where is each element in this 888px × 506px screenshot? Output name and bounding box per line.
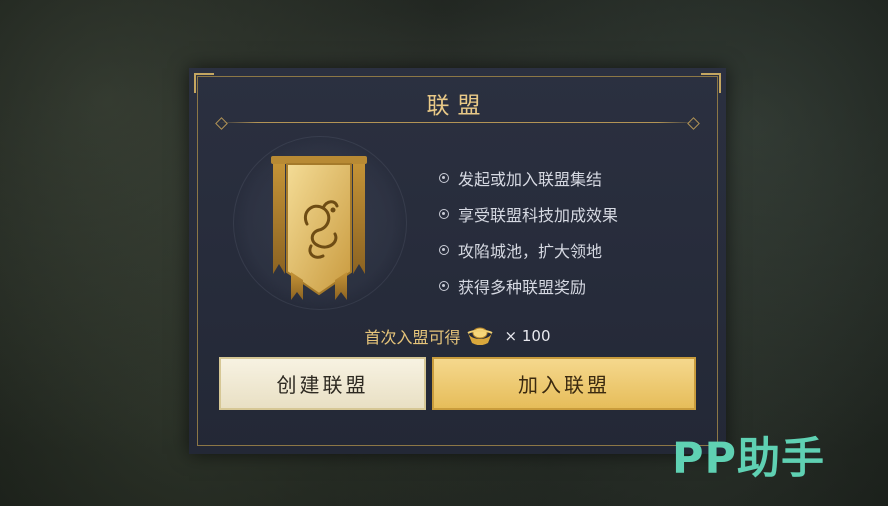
alliance-banner-icon xyxy=(271,156,367,300)
first-join-reward: 首次入盟可得 × 100 xyxy=(189,324,726,348)
feature-text: 攻陷城池，扩大领地 xyxy=(458,242,603,261)
gold-ingot-icon xyxy=(467,327,493,345)
feature-item: 攻陷城池，扩大领地 xyxy=(439,232,618,268)
bullet-icon xyxy=(439,281,449,291)
reward-label: 首次入盟可得 xyxy=(364,328,461,347)
feature-text: 获得多种联盟奖励 xyxy=(458,278,587,297)
create-alliance-button[interactable]: 创建联盟 xyxy=(219,357,426,410)
feature-text: 发起或加入联盟集结 xyxy=(458,170,603,189)
bullet-icon xyxy=(439,245,449,255)
feature-item: 发起或加入联盟集结 xyxy=(439,160,618,196)
feature-text: 享受联盟科技加成效果 xyxy=(458,206,619,225)
feature-list: 发起或加入联盟集结 享受联盟科技加成效果 攻陷城池，扩大领地 获得多种联盟奖励 xyxy=(439,160,618,304)
reward-quantity: × 100 xyxy=(504,327,551,345)
join-alliance-button[interactable]: 加入联盟 xyxy=(432,357,696,410)
alliance-dialog: 联盟 发起或加入联盟集结 享受联盟科技加成效果 攻陷城池，扩大领地 获得多种联盟… xyxy=(189,68,726,454)
feature-item: 享受联盟科技加成效果 xyxy=(439,196,618,232)
bullet-icon xyxy=(439,209,449,219)
feature-item: 获得多种联盟奖励 xyxy=(439,268,618,304)
watermark: PP助手 xyxy=(672,434,826,484)
title-divider xyxy=(219,122,696,123)
dialog-title: 联盟 xyxy=(426,93,489,119)
bullet-icon xyxy=(439,173,449,183)
